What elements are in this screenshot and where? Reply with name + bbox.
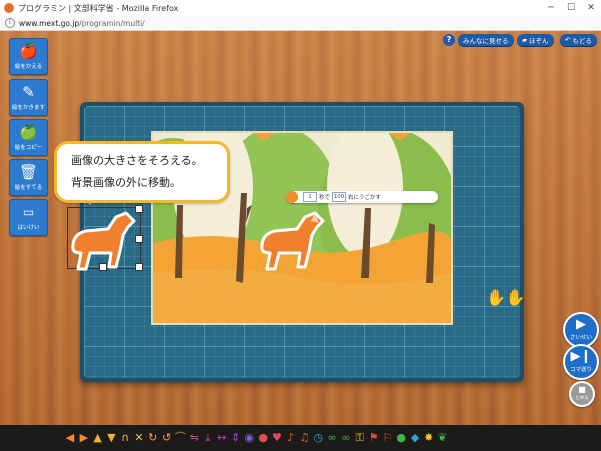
- distance-input[interactable]: 100: [332, 192, 347, 202]
- stretch-stamp-icon[interactable]: ↔: [216, 431, 228, 445]
- help-button[interactable]: ?: [443, 34, 455, 46]
- instruction-palette: ◀ ▶ ▲ ▼ ∩ ✕ ↻ ↺ ⌒ ⇋ ⤓ ↔ ⇕ ◉ ● ♥ ♪ ♫ ◷ ∞ …: [0, 425, 601, 451]
- show-everyone-label: みんなに見せる: [463, 37, 509, 45]
- leaf-stamp-icon[interactable]: ❦: [437, 431, 449, 445]
- arrow-left-stamp-icon[interactable]: ◀: [64, 431, 76, 445]
- dog-sprite-selected[interactable]: [68, 209, 138, 271]
- back-arrow-icon: ↶: [565, 36, 571, 44]
- play-label: さいせい: [569, 335, 592, 341]
- fish-stamp-icon[interactable]: ◆: [409, 431, 421, 445]
- seconds-label: 秒で: [319, 195, 331, 201]
- bounce-stamp-icon[interactable]: ⇕: [230, 431, 242, 445]
- site-info-icon[interactable]: i: [5, 18, 15, 28]
- trash-icon: 🗑: [18, 163, 39, 181]
- copy-picture-button[interactable]: 🍏 絵をコピー: [9, 119, 48, 156]
- heart-stamp-icon[interactable]: ♥: [271, 431, 283, 445]
- dekkun-arrow-icon: [286, 191, 298, 203]
- hands-icon: ✋✋: [486, 288, 526, 307]
- step-label: コマ送り: [569, 367, 592, 373]
- arrow-up-stamp-icon[interactable]: ▲: [92, 431, 104, 445]
- cross-stamp-icon[interactable]: ✕: [133, 431, 145, 445]
- copy-picture-label: 絵をコピー: [14, 145, 43, 151]
- back-label: もどる: [572, 37, 592, 45]
- bubble-tail-inner: [83, 192, 97, 201]
- background-button[interactable]: ▭ はいけい: [9, 199, 48, 236]
- play-button[interactable]: ▶ さいせい: [563, 312, 599, 348]
- show-everyone-button[interactable]: みんなに見せる: [458, 34, 514, 46]
- play-icon: ▶: [576, 317, 586, 332]
- ball-stamp-icon[interactable]: ●: [257, 431, 269, 445]
- move-right-instruction[interactable]: 1 秒で 100 右にうごかす: [286, 191, 438, 203]
- arrow-right-stamp-icon[interactable]: ▶: [78, 431, 90, 445]
- url-path: /programin/multi/: [79, 18, 145, 28]
- close-button[interactable]: ✕: [581, 3, 601, 13]
- maximize-button[interactable]: ☐: [561, 3, 581, 13]
- copy-apple-icon: 🍏: [19, 123, 38, 141]
- flag-stamp-icon[interactable]: ⚑: [368, 431, 380, 445]
- key-stamp-icon[interactable]: ⚿: [354, 431, 366, 445]
- minimize-button[interactable]: ─: [541, 3, 561, 13]
- url-host: www.mext.go.jp: [19, 18, 80, 28]
- shrink-stamp-icon[interactable]: ⤓: [202, 431, 214, 445]
- change-picture-button[interactable]: 🍎 絵をかえる: [9, 38, 48, 75]
- stop-label: とめる: [575, 396, 589, 401]
- clock-stamp-icon[interactable]: ◷: [312, 431, 324, 445]
- draw-picture-button[interactable]: ✎ 絵をかきます: [9, 79, 48, 116]
- bubble-line-2: 背景画像の外に移動。: [71, 176, 181, 189]
- window-title: プログラミン | 文部科学省 - Mozilla Firefox: [18, 3, 179, 13]
- draw-picture-label: 絵をかきます: [11, 105, 45, 111]
- dog-sprite-in-scene[interactable]: [257, 209, 327, 271]
- step-icon: ▶❙: [570, 349, 592, 364]
- apple-swap-icon: 🍎: [19, 42, 38, 60]
- direction-label: 右にうごかす: [348, 195, 382, 201]
- arrow-down-stamp-icon[interactable]: ▼: [105, 431, 117, 445]
- music-stamp-icon[interactable]: ♪: [285, 431, 297, 445]
- loop-stamp-icon[interactable]: ∞: [326, 431, 338, 445]
- note-stamp-icon[interactable]: ♫: [299, 431, 311, 445]
- firefox-favicon-icon: [4, 3, 14, 13]
- stop-button[interactable]: ■ とめる: [569, 381, 595, 407]
- stop-icon: ■: [578, 385, 586, 394]
- address-bar[interactable]: i www.mext.go.jp /programin/multi/: [0, 16, 601, 31]
- instruction-bubble: 画像の大きさをそろえる。 背景画像の外に移動。: [54, 141, 230, 203]
- spin-stamp-icon[interactable]: ↺: [161, 431, 173, 445]
- pencil-icon: ✎: [22, 83, 35, 101]
- window-titlebar: プログラミン | 文部科学省 - Mozilla Firefox ─ ☐ ✕: [0, 0, 601, 17]
- step-button[interactable]: ▶❙ コマ送り: [563, 344, 599, 380]
- jump-stamp-icon[interactable]: ∩: [119, 431, 131, 445]
- bee-stamp-icon[interactable]: ✸: [423, 431, 435, 445]
- seconds-input[interactable]: 1: [303, 192, 317, 202]
- change-picture-label: 絵をかえる: [14, 64, 43, 70]
- rotate-stamp-icon[interactable]: ↻: [147, 431, 159, 445]
- bubble-line-1: 画像の大きさをそろえる。: [71, 154, 203, 167]
- curve-stamp-icon[interactable]: ⌒: [174, 431, 186, 445]
- repeat-stamp-icon[interactable]: ∞: [340, 431, 352, 445]
- folder-icon: ▰: [522, 36, 527, 44]
- flag2-stamp-icon[interactable]: ⚐: [381, 431, 393, 445]
- save-button[interactable]: ▰ ほぞん: [517, 34, 554, 46]
- save-label: ほぞん: [529, 37, 549, 45]
- flip-stamp-icon[interactable]: ⇋: [188, 431, 200, 445]
- background-icon: ▭: [22, 205, 35, 219]
- circle-stamp-icon[interactable]: ◉: [243, 431, 255, 445]
- discard-picture-button[interactable]: 🗑 絵をすてる: [9, 159, 48, 196]
- background-label: はいけい: [17, 225, 40, 231]
- frog-stamp-icon[interactable]: ●: [395, 431, 407, 445]
- discard-picture-label: 絵をすてる: [14, 185, 43, 191]
- back-button[interactable]: ↶ もどる: [560, 34, 597, 46]
